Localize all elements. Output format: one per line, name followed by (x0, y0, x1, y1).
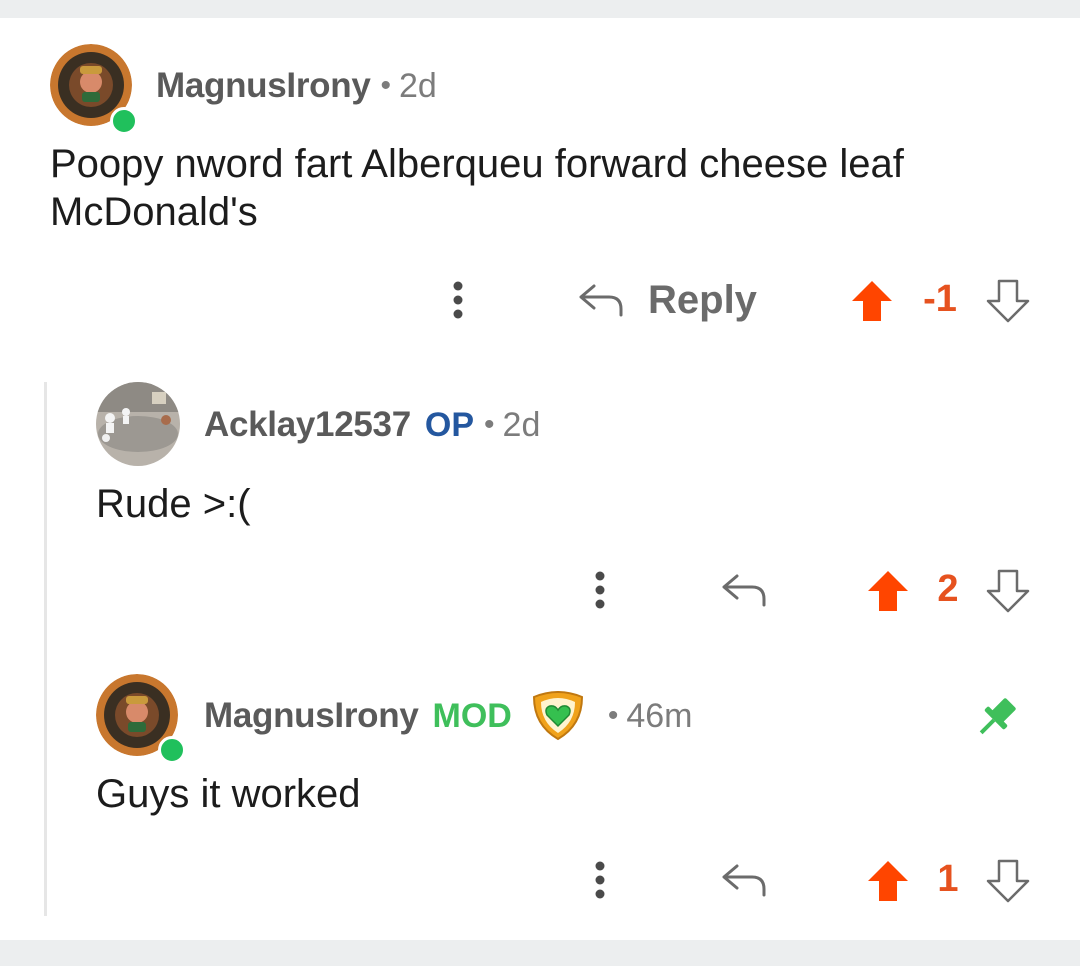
more-vertical-icon (595, 861, 605, 899)
more-options-button[interactable] (578, 856, 622, 904)
mod-shield-icon (530, 691, 586, 741)
comment-body: Guys it worked (96, 772, 361, 816)
bottom-divider-band (0, 940, 1080, 966)
timestamp: 46m (626, 696, 693, 735)
downvote-button[interactable] (984, 858, 1032, 904)
upvote-button[interactable] (864, 858, 912, 904)
mod-badge: MOD (432, 696, 512, 735)
reply-button[interactable] (718, 854, 770, 906)
vote-score: 1 (937, 858, 959, 900)
comment-3: MagnusIrony MOD • 46m Guys it worked 1 (0, 0, 1080, 930)
reply-arrow-icon (722, 864, 766, 897)
pin-icon (970, 692, 1022, 744)
separator-dot: • (607, 699, 619, 732)
upvote-arrow-icon (868, 861, 908, 901)
comment-header: MagnusIrony MOD • 46m (204, 691, 693, 741)
online-status-icon (158, 736, 186, 764)
downvote-arrow-icon (986, 859, 1030, 903)
username[interactable]: MagnusIrony (204, 696, 419, 736)
